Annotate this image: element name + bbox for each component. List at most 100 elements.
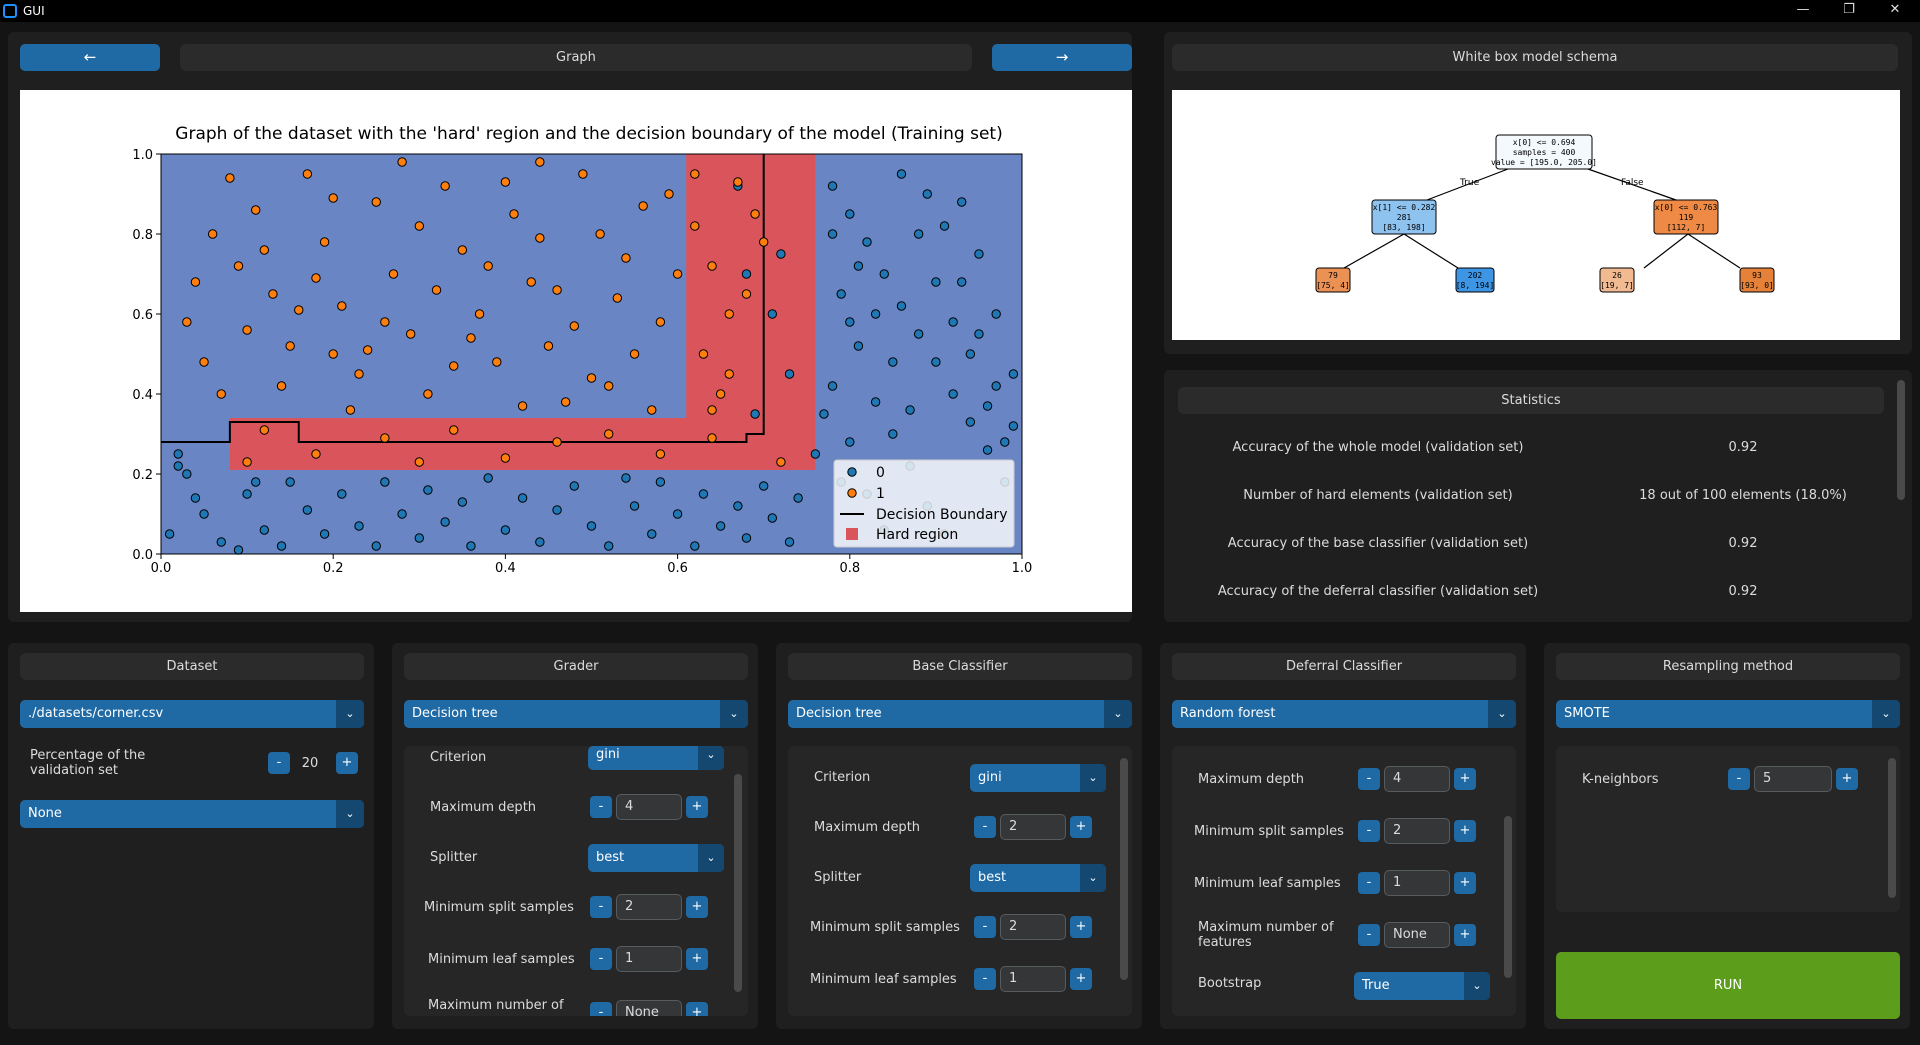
grader-model-select[interactable]: Decision tree ⌄	[404, 700, 748, 728]
chevron-down-icon[interactable]: ⌄	[1488, 700, 1516, 728]
grader-min-split-minus[interactable]: -	[590, 896, 612, 918]
base-min-split-minus[interactable]: -	[974, 916, 996, 938]
grader-max-depth-plus[interactable]: +	[686, 796, 708, 818]
resampling-method-value: SMOTE	[1564, 706, 1610, 721]
dataset-file-select[interactable]: ./datasets/corner.csv ⌄	[20, 700, 364, 728]
grader-min-split-plus[interactable]: +	[686, 896, 708, 918]
true-label: True	[1459, 178, 1480, 188]
point-class-0	[604, 541, 614, 551]
grader-splitter-select[interactable]: best ⌄	[588, 844, 724, 872]
grader-max-features-plus[interactable]: +	[686, 1002, 708, 1016]
chevron-down-icon[interactable]: ⌄	[698, 844, 724, 872]
stat-label-accuracy-base: Accuracy of the base classifier (validat…	[1227, 536, 1529, 551]
point-class-1	[362, 345, 373, 355]
grader-min-leaf-plus[interactable]: +	[686, 948, 708, 970]
base-model-select[interactable]: Decision tree ⌄	[788, 700, 1132, 728]
chevron-down-icon[interactable]: ⌄	[1104, 700, 1132, 728]
close-button[interactable]: ✕	[1872, 0, 1918, 22]
base-splitter-value: best	[978, 870, 1007, 885]
point-class-0	[957, 277, 967, 287]
grader-criterion-select[interactable]: gini ⌄	[588, 746, 724, 770]
restore-button[interactable]: ❐	[1826, 0, 1872, 22]
point-class-0	[242, 489, 252, 499]
base-max-depth-field[interactable]: 2	[1000, 814, 1066, 840]
point-class-0	[337, 489, 347, 499]
grader-max-features-field[interactable]: None	[616, 1000, 682, 1016]
point-class-1	[595, 229, 605, 239]
grader-min-leaf-minus[interactable]: -	[590, 948, 612, 970]
deferral-min-split-plus[interactable]: +	[1454, 820, 1476, 842]
grader-min-split-field[interactable]: 2	[616, 894, 682, 920]
k-neighbors-minus[interactable]: -	[1728, 768, 1750, 790]
point-class-0	[896, 169, 907, 179]
dataset-extra-select[interactable]: None ⌄	[20, 800, 364, 828]
chevron-down-icon[interactable]: ⌄	[1080, 764, 1106, 792]
grader-min-leaf-field[interactable]: 1	[616, 946, 682, 972]
resampling-scrollbar[interactable]	[1888, 758, 1896, 898]
base-min-leaf-minus[interactable]: -	[974, 968, 996, 990]
run-button[interactable]: RUN	[1556, 952, 1900, 1019]
deferral-min-leaf-plus[interactable]: +	[1454, 872, 1476, 894]
legend-label: 0	[876, 465, 885, 481]
node-rr-line2: [93, 0]	[1740, 281, 1774, 290]
deferral-max-features-plus[interactable]: +	[1454, 924, 1476, 946]
point-class-1	[543, 341, 554, 351]
validation-minus-button[interactable]: -	[268, 752, 290, 774]
chevron-down-icon[interactable]: ⌄	[336, 700, 364, 728]
deferral-min-split-minus[interactable]: -	[1358, 820, 1380, 842]
deferral-min-leaf-minus[interactable]: -	[1358, 872, 1380, 894]
chevron-down-icon[interactable]: ⌄	[698, 746, 724, 770]
base-scrollbar[interactable]	[1120, 758, 1128, 980]
point-class-1	[242, 325, 252, 335]
point-class-1	[690, 221, 700, 231]
chevron-down-icon[interactable]: ⌄	[1872, 700, 1900, 728]
base-min-split-field[interactable]: 2	[1000, 914, 1066, 940]
base-max-depth-minus[interactable]: -	[974, 816, 996, 838]
resampling-method-select[interactable]: SMOTE ⌄	[1556, 700, 1900, 728]
grader-scrollbar[interactable]	[734, 774, 742, 992]
validation-plus-button[interactable]: +	[336, 752, 358, 774]
deferral-max-depth-plus[interactable]: +	[1454, 768, 1476, 790]
base-splitter-select[interactable]: best ⌄	[970, 864, 1106, 892]
base-min-split-plus[interactable]: +	[1070, 916, 1092, 938]
deferral-model-select[interactable]: Random forest ⌄	[1172, 700, 1516, 728]
grader-max-features-minus[interactable]: -	[590, 1002, 612, 1016]
validation-label: Percentage of the validation set	[30, 748, 146, 778]
k-neighbors-plus[interactable]: +	[1836, 768, 1858, 790]
point-class-1	[414, 457, 424, 467]
chevron-down-icon[interactable]: ⌄	[1464, 972, 1490, 1000]
base-criterion-select[interactable]: gini ⌄	[970, 764, 1106, 792]
next-graph-button[interactable]: →	[992, 44, 1132, 71]
deferral-scrollbar[interactable]	[1504, 816, 1512, 978]
point-class-0	[259, 525, 270, 535]
validation-value[interactable]: 20	[292, 756, 328, 771]
point-class-0	[870, 397, 881, 407]
deferral-bootstrap-select[interactable]: True ⌄	[1354, 972, 1490, 1000]
deferral-min-leaf-field[interactable]: 1	[1384, 870, 1450, 896]
deferral-min-split-field[interactable]: 2	[1384, 818, 1450, 844]
deferral-max-features-field[interactable]: None	[1384, 922, 1450, 948]
point-class-1	[509, 209, 519, 219]
prev-graph-button[interactable]: ←	[20, 44, 160, 71]
chevron-down-icon[interactable]: ⌄	[1080, 864, 1106, 892]
base-max-depth-plus[interactable]: +	[1070, 816, 1092, 838]
x-tick-label: 0.0	[151, 561, 172, 576]
chevron-down-icon[interactable]: ⌄	[336, 800, 364, 828]
deferral-max-depth-minus[interactable]: -	[1358, 768, 1380, 790]
deferral-max-features-label: Maximum number of features	[1198, 920, 1334, 950]
point-class-0	[853, 341, 864, 351]
point-class-1	[698, 349, 709, 359]
k-neighbors-field[interactable]: 5	[1754, 766, 1832, 792]
base-min-leaf-field[interactable]: 1	[1000, 966, 1066, 992]
chevron-down-icon[interactable]: ⌄	[720, 700, 748, 728]
deferral-max-features-minus[interactable]: -	[1358, 924, 1380, 946]
stat-value-accuracy-model: 0.92	[1728, 440, 1758, 455]
deferral-max-depth-field[interactable]: 4	[1384, 766, 1450, 792]
grader-max-depth-field[interactable]: 4	[616, 794, 682, 820]
base-min-leaf-plus[interactable]: +	[1070, 968, 1092, 990]
statistics-scrollbar[interactable]	[1897, 380, 1905, 500]
point-class-0	[715, 521, 726, 531]
grader-max-depth-minus[interactable]: -	[590, 796, 612, 818]
point-class-1	[440, 181, 450, 191]
minimize-button[interactable]: —	[1780, 0, 1826, 22]
